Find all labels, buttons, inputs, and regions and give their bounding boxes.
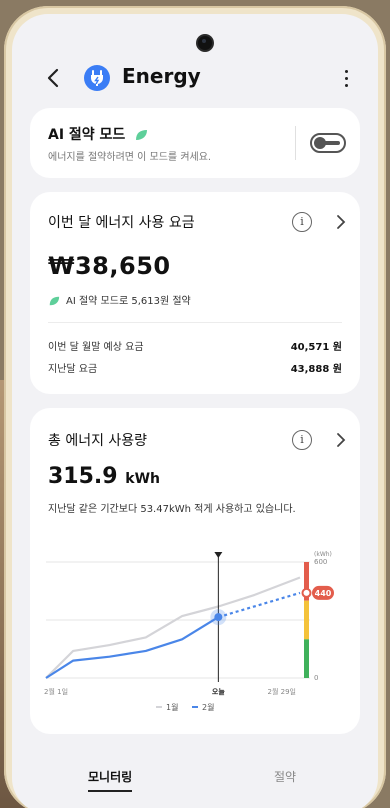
- y-tick-label: 0: [314, 674, 318, 682]
- ai-mode-toggle[interactable]: [310, 133, 346, 153]
- series-line: [45, 616, 219, 679]
- usage-number: 315.9: [48, 464, 118, 489]
- more-options-button[interactable]: [340, 66, 352, 90]
- forecast-label: 440: [315, 589, 332, 598]
- x-tick-label: 2월 29일: [268, 687, 296, 696]
- toggle-knob: [314, 137, 326, 149]
- back-button[interactable]: [42, 66, 66, 90]
- page-title: Energy: [122, 64, 201, 88]
- chevron-left-icon: [47, 68, 59, 88]
- more-vertical-icon: [340, 70, 352, 87]
- ai-saving-mode-card: AI 절약 모드 에너지를 절약하려면 이 모드를 켜세요.: [30, 108, 360, 178]
- energy-bill-card[interactable]: 이번 달 에너지 사용 요금 i ₩38,650 AI 절약 모드로 5,613…: [30, 192, 360, 394]
- screen: Energy AI 절약 모드 에너지를 절약하려면 이 모드를 켜세요. 이번…: [12, 14, 378, 808]
- info-icon[interactable]: i: [292, 212, 312, 232]
- usage-value: 315.9 kWh: [48, 464, 160, 489]
- usage-line-chart: 440 (kWh)600 0 2월 1일 오늘 2월 29일 1월 2월: [44, 551, 334, 712]
- estimated-bill-value: 40,571 원: [290, 342, 342, 353]
- ai-mode-subtitle: 에너지를 절약하려면 이 모드를 켜세요.: [48, 152, 212, 163]
- phone-frame: Energy AI 절약 모드 에너지를 절약하려면 이 모드를 켜세요. 이번…: [4, 6, 386, 808]
- saving-text: AI 절약 모드로 5,613원 절약: [66, 296, 191, 307]
- y-tick-label: 600: [314, 558, 327, 566]
- gauge-segment: [304, 639, 309, 678]
- tab-saving[interactable]: 절약: [274, 768, 296, 785]
- chevron-right-icon[interactable]: [334, 212, 348, 232]
- saving-summary: AI 절약 모드로 5,613원 절약: [48, 292, 191, 307]
- usage-title: 총 에너지 사용량: [48, 433, 148, 449]
- ai-mode-title-text: AI 절약 모드: [48, 127, 126, 143]
- series-line: [45, 576, 301, 679]
- divider: [295, 126, 296, 160]
- x-tick-label: 오늘: [212, 687, 225, 696]
- leaf-icon: [49, 296, 60, 306]
- energy-plug-icon: [84, 65, 110, 91]
- info-icon[interactable]: i: [292, 430, 312, 450]
- app-header: Energy: [12, 56, 378, 100]
- divider: [48, 322, 342, 323]
- series-line: [218, 591, 301, 619]
- leaf-icon: [136, 130, 148, 140]
- legend-label: 1월: [166, 702, 178, 712]
- front-camera: [198, 36, 212, 50]
- usage-description: 지난달 같은 기간보다 53.47kWh 적게 사용하고 있습니다.: [48, 504, 296, 515]
- ai-mode-title: AI 절약 모드: [48, 124, 148, 144]
- estimated-bill-label: 이번 달 월말 예상 요금: [48, 342, 144, 353]
- current-point: [214, 613, 223, 622]
- bill-amount: ₩38,650: [48, 252, 171, 280]
- x-tick-label: 2월 1일: [44, 687, 68, 696]
- last-month-bill-label: 지난달 요금: [48, 364, 98, 375]
- bill-title: 이번 달 에너지 사용 요금: [48, 215, 195, 231]
- gauge-segment: [304, 600, 309, 640]
- forecast-point: [301, 587, 312, 598]
- chevron-right-icon[interactable]: [334, 430, 348, 450]
- last-month-bill-value: 43,888 원: [290, 364, 342, 375]
- bottom-navigation: 모니터링 절약: [12, 754, 378, 808]
- y-unit-label: (kWh): [314, 551, 332, 558]
- usage-unit: kWh: [125, 471, 160, 487]
- today-marker-triangle: [214, 552, 223, 558]
- total-energy-usage-card[interactable]: 총 에너지 사용량 i 315.9 kWh 지난달 같은 기간보다 53.47k…: [30, 408, 360, 734]
- legend-label: 2월: [202, 702, 214, 712]
- tab-monitoring[interactable]: 모니터링: [88, 768, 133, 792]
